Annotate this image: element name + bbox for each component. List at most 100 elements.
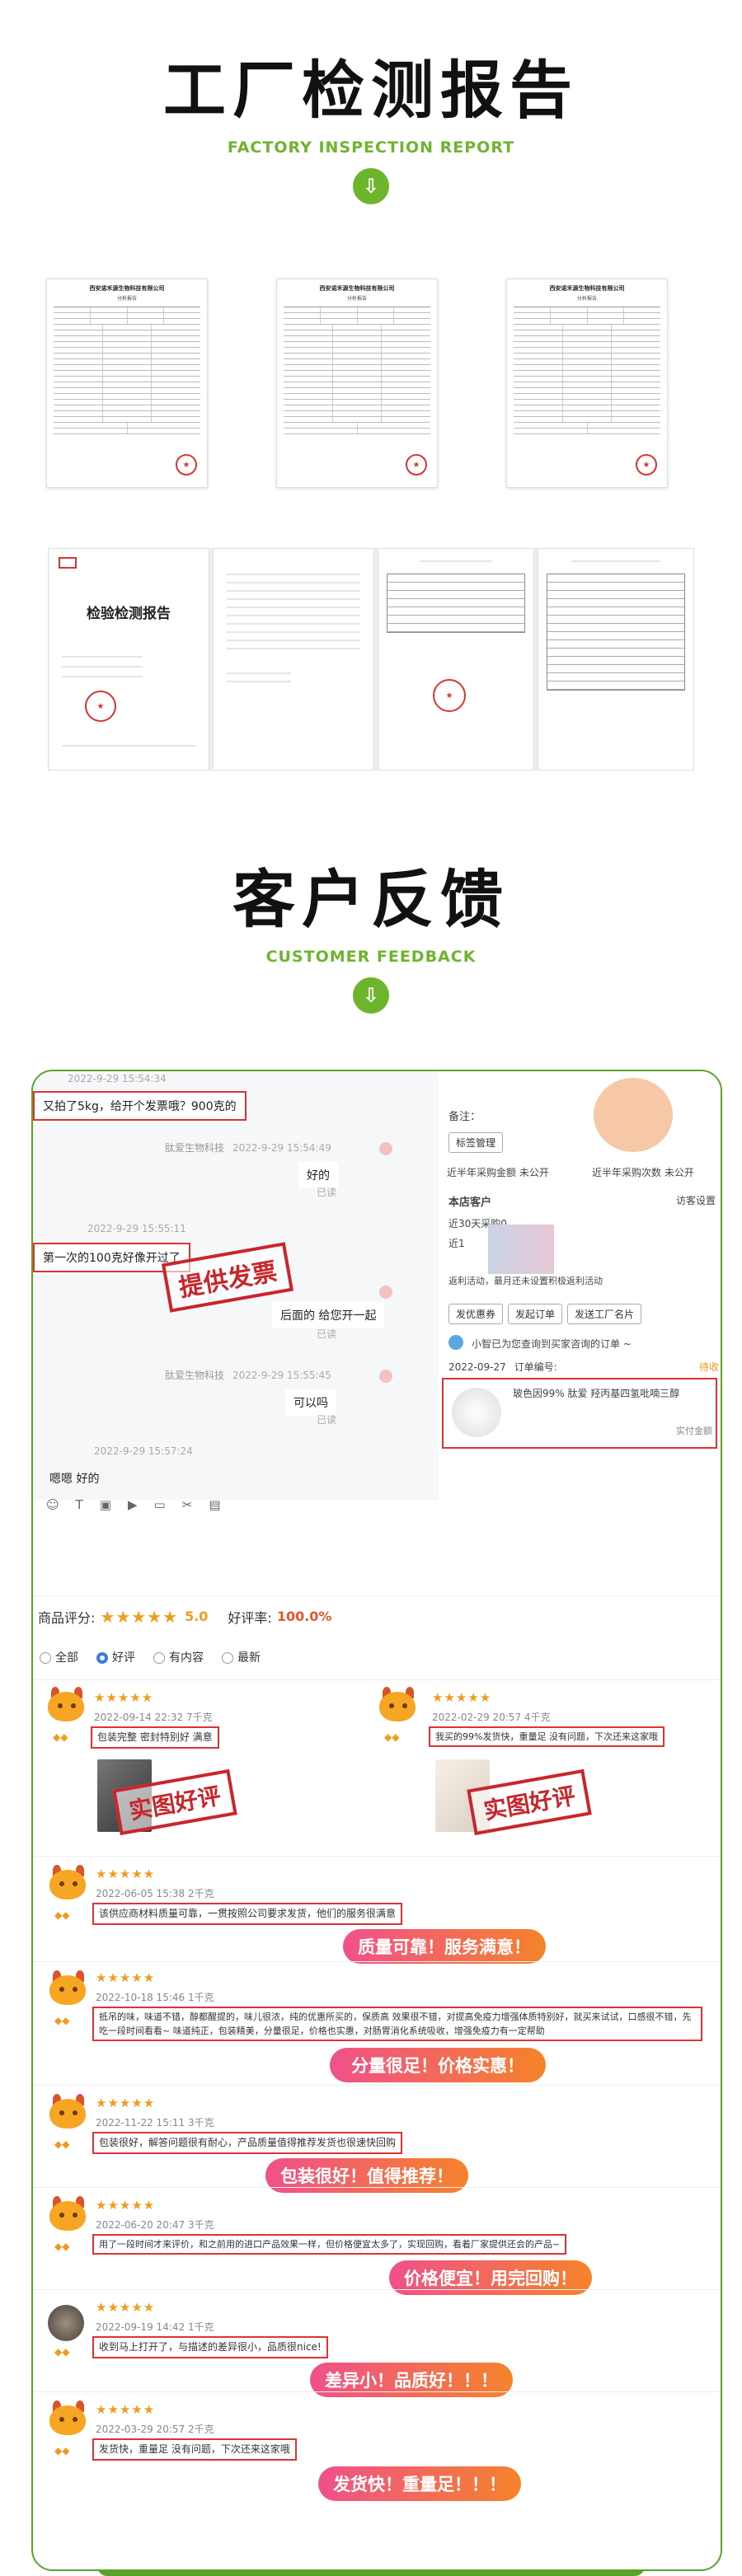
video-icon[interactable]: ▶ (128, 1497, 138, 1512)
history-icon[interactable]: ▤ (209, 1497, 220, 1512)
rating-summary: 商品评分: ★★★★★ 5.0 好评率: 100.0% (33, 1595, 721, 1637)
feedback-subtitle: CUSTOMER FEEDBACK (265, 948, 477, 966)
chat-message: 后面的 给您开一起 (272, 1302, 385, 1328)
chat-time: 肽爱生物科技 2022-9-29 15:55:45 (165, 1368, 331, 1382)
text-icon[interactable]: T (76, 1497, 83, 1512)
seal-stamp-icon: ★ (433, 679, 466, 712)
product-image (452, 1388, 501, 1437)
avatar (48, 2400, 86, 2438)
chat-time: 2022-9-29 15:54:34 (68, 1073, 167, 1084)
filter-content[interactable]: 有内容 (153, 1649, 204, 1665)
report-company: 西安诺禾源生物科技有限公司 (549, 285, 625, 292)
review-text: 包装很好，解答问题很有耐心，产品质量值得推荐发货也很速快回购 (92, 2132, 403, 2154)
order-button[interactable]: 发起订单 (508, 1304, 563, 1324)
order-product-card[interactable]: 玻色因99% 肽爱 羟丙基四氢吡喃三醇 实付金额 (442, 1378, 717, 1449)
certificate-cover: 检验检测报告 ★ (48, 548, 209, 770)
review-stars: ★★★★★ (96, 2300, 156, 2315)
report-heading: 分析报告 (116, 296, 137, 302)
review-text: 我买的99%发货快，重量足 没有问题，下次还来这家哦 (429, 1726, 665, 1748)
review-item: ◆◆ ★★★★★ 2022-09-14 22:32 7千克 包装完整 密封特别好… (33, 1679, 721, 1856)
feedback-title: 客户反馈 (232, 863, 510, 936)
bot-text: 小智已为您查询到买家咨询的订单 ~ (472, 1338, 632, 1350)
avatar (48, 2305, 84, 2341)
avatar (48, 2196, 86, 2234)
filter-good[interactable]: 好评 (96, 1649, 135, 1665)
review-item: ◆◆ ★★★★★ 2022-10-18 15:46 1千克 抵吊的味，味道不错，… (33, 1961, 721, 2085)
highlight-tag: 发货快！重量足！！！ (318, 2466, 521, 2501)
seller-avatar (379, 1286, 392, 1299)
chat-message: 嗯嗯 好的 (49, 1473, 100, 1486)
stat-amount: 近半年采购金额 未公开 (447, 1167, 549, 1178)
review-item: ◆◆ ★★★★★ 2022-11-22 15:11 3千克 包装很好，解答问题很… (33, 2085, 721, 2193)
customer-label: 本店客户 (448, 1197, 492, 1209)
analysis-report-1: 西安诺禾源生物科技有限公司 分析报告 ★ (46, 279, 208, 488)
folder-icon[interactable]: ▭ (154, 1497, 166, 1512)
review-stars: ★★★★★ (96, 2096, 156, 2110)
avatar (378, 1687, 416, 1725)
highlight-tag: 分量很足！价格实惠！ (330, 2048, 546, 2082)
review-text: 该供应商材料质量可靠，一贯按照公司要求发货，他们的服务很满意 (92, 1903, 403, 1925)
rating-stars: ★★★★★ (100, 1606, 179, 1627)
stat-count: 近半年采购次数 未公开 (592, 1167, 694, 1178)
chat-sender: 肽爱生物科技 (165, 1370, 225, 1381)
vip-badge-icon: ◆◆ (53, 1731, 68, 1743)
factory-title: 工厂检测报告 (163, 54, 579, 127)
review-item: ◆◆ ★★★★★ 2022-03-29 20:57 2千克 发货快，重量足 没有… (33, 2391, 721, 2507)
read-status: 已读 (317, 1328, 337, 1340)
review-meta: 2022-06-05 15:38 2千克 (96, 1888, 214, 1899)
read-status: 已读 (317, 1414, 337, 1426)
certificate-title: 检验检测报告 (87, 606, 171, 622)
chat-time: 2022-9-29 15:57:24 (94, 1445, 193, 1457)
blurred-area (488, 1225, 554, 1274)
chat-toolbar: ☺ T ▣ ▶ ▭ ✂ ▤ (33, 1490, 439, 1520)
certificate-page-3: ★ (378, 548, 534, 770)
review-item: ◆◆ ★★★★★ 2022-06-20 20:47 3千克 用了一段时间才来评价… (33, 2187, 721, 2295)
down-arrow-icon: ⇩ (353, 977, 389, 1014)
order-number-label: 订单编号: (514, 1361, 557, 1373)
chat-sender: 肽爱生物科技 (165, 1142, 225, 1154)
review-meta: 2022-02-29 20:57 4千克 (432, 1712, 551, 1723)
visitor-settings-link[interactable]: 访客设置 (676, 1193, 716, 1207)
good-rate-label: 好评率: (228, 1609, 272, 1626)
certificate-page-4 (538, 548, 694, 770)
filter-latest[interactable]: 最新 (222, 1649, 261, 1665)
coupon-button[interactable]: 发优惠券 (448, 1304, 504, 1324)
filter-all[interactable]: 全部 (40, 1649, 78, 1665)
review-meta: 2022-03-29 20:57 2千克 (96, 2424, 214, 2435)
review-meta: 2022-09-19 14:42 1千克 (96, 2321, 214, 2333)
vip-badge-icon: ◆◆ (384, 1731, 400, 1743)
rating-score: 5.0 (185, 1609, 209, 1624)
certificate-page-2 (213, 548, 374, 770)
remark-label: 备注： (448, 1111, 481, 1123)
seller-avatar (379, 1142, 392, 1155)
review-stars: ★★★★★ (96, 2198, 156, 2213)
review-meta: 2022-10-18 15:46 1千克 (96, 1992, 214, 2003)
scissors-icon[interactable]: ✂ (182, 1497, 193, 1512)
chat-panel: 2022-9-29 15:54:34 又拍了5kg，给开个发票哦？900克的 肽… (33, 1071, 439, 1500)
factory-card-button[interactable]: 发送工厂名片 (567, 1304, 642, 1324)
report-heading: 分析报告 (346, 296, 367, 302)
report-company: 西安诺禾源生物科技有限公司 (319, 285, 395, 292)
review-filters: 全部 好评 有内容 最新 (40, 1645, 261, 1670)
avatar (48, 1865, 86, 1903)
emoji-icon[interactable]: ☺ (46, 1497, 59, 1512)
order-status: 待收 (699, 1361, 720, 1373)
vip-badge-icon: ◆◆ (54, 2241, 70, 2252)
avatar (48, 1970, 86, 2008)
avatar (46, 1687, 84, 1725)
analysis-report-2: 西安诺禾源生物科技有限公司 分析报告 ★ (276, 279, 438, 488)
seller-avatar (379, 1370, 392, 1383)
vip-badge-icon: ◆◆ (54, 2445, 70, 2457)
good-rate-value: 100.0% (276, 1609, 332, 1624)
review-text: 抵吊的味，味道不错，醇都醒提的，味儿很浓，纯的优惠所买的，保质高 效果很不错，对… (92, 2007, 702, 2042)
review-meta: 2022-11-22 15:11 3千克 (96, 2117, 214, 2129)
vip-badge-icon: ◆◆ (54, 2138, 70, 2150)
image-icon[interactable]: ▣ (100, 1497, 111, 1512)
rebate-text: 返利活动，最月还未设置积极返利活动 (448, 1276, 603, 1286)
review-stars: ★★★★★ (96, 1970, 156, 1985)
review-text: 收到马上打开了，与描述的差异很小，品质很nice! (92, 2336, 328, 2358)
recent-label: 近1 (448, 1238, 465, 1249)
tag-manage-button[interactable]: 标签管理 (448, 1132, 504, 1153)
review-meta: 2022-09-14 22:32 7千克 (94, 1712, 213, 1723)
product-name: 玻色因99% 肽爱 羟丙基四氢吡喃三醇 (513, 1388, 680, 1399)
